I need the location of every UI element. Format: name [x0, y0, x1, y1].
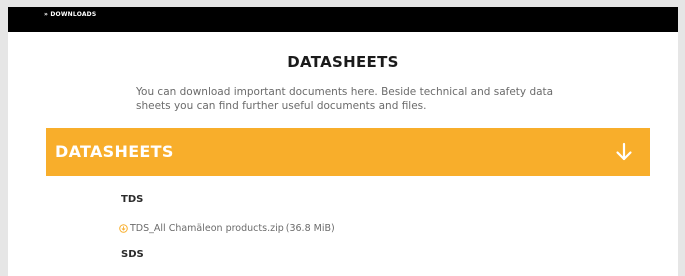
top-bar: » DOWNLOADS	[8, 7, 678, 32]
intro-text: You can download important documents her…	[136, 86, 554, 112]
accordion-title: DATASHEETS	[55, 142, 174, 161]
datasheets-accordion-header[interactable]: DATASHEETS	[46, 128, 650, 176]
page-title: DATASHEETS	[287, 53, 399, 71]
file-size: (36.8 MiB)	[285, 222, 335, 234]
file-name: TDS_All Chamäleon products.zip	[130, 222, 284, 234]
file-link-tds-all-products[interactable]: TDS_All Chamäleon products.zip (36.8 MiB…	[119, 221, 335, 235]
section-label-tds: TDS	[121, 194, 144, 205]
breadcrumb-downloads[interactable]: » DOWNLOADS	[44, 11, 96, 18]
section-label-sds: SDS	[121, 249, 144, 260]
page-frame: » DOWNLOADS DATASHEETS You can download …	[8, 7, 678, 276]
arrow-down-icon[interactable]	[614, 141, 634, 163]
download-icon	[119, 223, 128, 233]
